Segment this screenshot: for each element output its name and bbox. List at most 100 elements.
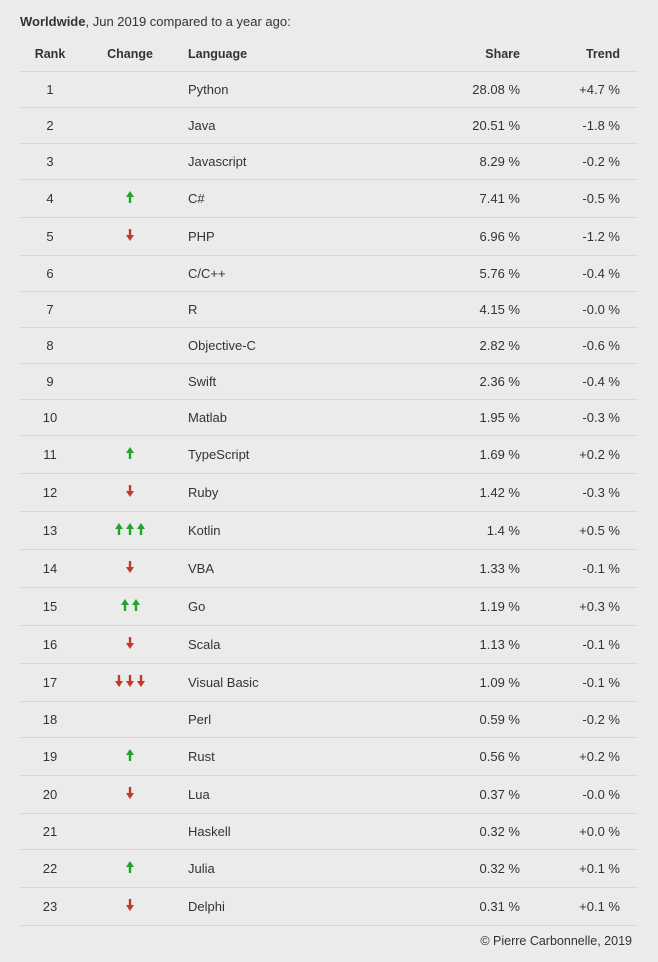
change-cell — [80, 108, 180, 144]
table-row: 17Visual Basic1.09 %-0.1 % — [20, 664, 638, 702]
trend-cell: +0.1 % — [538, 888, 638, 926]
trend-cell: -0.1 % — [538, 550, 638, 588]
ranking-table: Rank Change Language Share Trend 1 Python… — [20, 37, 638, 926]
rank-cell: 19 — [20, 738, 80, 776]
change-cell — [80, 474, 180, 512]
language-cell: Delphi — [180, 888, 428, 926]
language-cell: Python — [180, 72, 428, 108]
trend-cell: -0.2 % — [538, 702, 638, 738]
language-cell: Go — [180, 588, 428, 626]
share-cell: 1.09 % — [428, 664, 538, 702]
trend-cell: +0.0 % — [538, 814, 638, 850]
share-cell: 5.76 % — [428, 256, 538, 292]
change-cell — [80, 436, 180, 474]
rank-cell: 1 — [20, 72, 80, 108]
rank-cell: 13 — [20, 512, 80, 550]
language-cell: C# — [180, 180, 428, 218]
share-cell: 1.33 % — [428, 550, 538, 588]
language-cell: R — [180, 292, 428, 328]
table-row: 1Python28.08 %+4.7 % — [20, 72, 638, 108]
rank-cell: 10 — [20, 400, 80, 436]
arrow-down-icon — [125, 484, 135, 498]
table-row: 20Lua0.37 %-0.0 % — [20, 776, 638, 814]
language-cell: Ruby — [180, 474, 428, 512]
trend-cell: -0.3 % — [538, 474, 638, 512]
table-row: 16Scala1.13 %-0.1 % — [20, 626, 638, 664]
arrow-up-icon — [120, 598, 141, 612]
arrow-down-icon — [125, 786, 135, 800]
col-header-trend: Trend — [538, 37, 638, 72]
change-cell — [80, 664, 180, 702]
table-row: 18Perl0.59 %-0.2 % — [20, 702, 638, 738]
trend-cell: +0.5 % — [538, 512, 638, 550]
arrow-up-icon — [125, 860, 135, 874]
share-cell: 0.59 % — [428, 702, 538, 738]
arrow-down-icon — [114, 674, 146, 688]
rank-cell: 16 — [20, 626, 80, 664]
change-cell — [80, 888, 180, 926]
table-row: 15Go1.19 %+0.3 % — [20, 588, 638, 626]
language-cell: Objective-C — [180, 328, 428, 364]
share-cell: 2.82 % — [428, 328, 538, 364]
change-cell — [80, 292, 180, 328]
change-cell — [80, 364, 180, 400]
scope-bold: Worldwide — [20, 14, 85, 29]
arrow-up-icon — [125, 446, 135, 460]
arrow-down-icon — [125, 636, 135, 650]
change-cell — [80, 702, 180, 738]
table-row: 2Java20.51 %-1.8 % — [20, 108, 638, 144]
table-row: 7R4.15 %-0.0 % — [20, 292, 638, 328]
language-cell: Lua — [180, 776, 428, 814]
change-cell — [80, 814, 180, 850]
share-cell: 0.32 % — [428, 814, 538, 850]
language-cell: TypeScript — [180, 436, 428, 474]
table-row: 11TypeScript1.69 %+0.2 % — [20, 436, 638, 474]
change-cell — [80, 512, 180, 550]
table-row: 12 Ruby1.42 %-0.3 % — [20, 474, 638, 512]
share-cell: 2.36 % — [428, 364, 538, 400]
trend-cell: -0.0 % — [538, 292, 638, 328]
share-cell: 1.4 % — [428, 512, 538, 550]
trend-cell: -0.2 % — [538, 144, 638, 180]
table-row: 8 Objective-C2.82 %-0.6 % — [20, 328, 638, 364]
language-cell: Swift — [180, 364, 428, 400]
change-cell — [80, 626, 180, 664]
table-row: 3Javascript8.29 %-0.2 % — [20, 144, 638, 180]
share-cell: 28.08 % — [428, 72, 538, 108]
rank-cell: 12 — [20, 474, 80, 512]
trend-cell: -0.3 % — [538, 400, 638, 436]
share-cell: 1.19 % — [428, 588, 538, 626]
col-header-rank: Rank — [20, 37, 80, 72]
trend-cell: -0.5 % — [538, 180, 638, 218]
rank-cell: 21 — [20, 814, 80, 850]
trend-cell: -0.6 % — [538, 328, 638, 364]
language-cell: Scala — [180, 626, 428, 664]
language-cell: Rust — [180, 738, 428, 776]
change-cell — [80, 588, 180, 626]
language-cell: Javascript — [180, 144, 428, 180]
rank-cell: 6 — [20, 256, 80, 292]
table-row: 14VBA1.33 %-0.1 % — [20, 550, 638, 588]
trend-cell: -0.1 % — [538, 664, 638, 702]
change-cell — [80, 738, 180, 776]
arrow-up-icon — [125, 748, 135, 762]
copyright-footer: © Pierre Carbonnelle, 2019 — [20, 926, 638, 948]
change-cell — [80, 256, 180, 292]
table-row: 6C/C++5.76 %-0.4 % — [20, 256, 638, 292]
rank-cell: 22 — [20, 850, 80, 888]
share-cell: 1.69 % — [428, 436, 538, 474]
share-cell: 1.42 % — [428, 474, 538, 512]
table-header-row: Rank Change Language Share Trend — [20, 37, 638, 72]
share-cell: 6.96 % — [428, 218, 538, 256]
change-cell — [80, 328, 180, 364]
language-cell: Java — [180, 108, 428, 144]
table-row: 13Kotlin1.4 %+0.5 % — [20, 512, 638, 550]
change-cell — [80, 400, 180, 436]
rank-cell: 8 — [20, 328, 80, 364]
rank-cell: 15 — [20, 588, 80, 626]
table-row: 4C#7.41 %-0.5 % — [20, 180, 638, 218]
arrow-down-icon — [125, 560, 135, 574]
rank-cell: 14 — [20, 550, 80, 588]
trend-cell: -1.8 % — [538, 108, 638, 144]
trend-cell: -0.4 % — [538, 256, 638, 292]
